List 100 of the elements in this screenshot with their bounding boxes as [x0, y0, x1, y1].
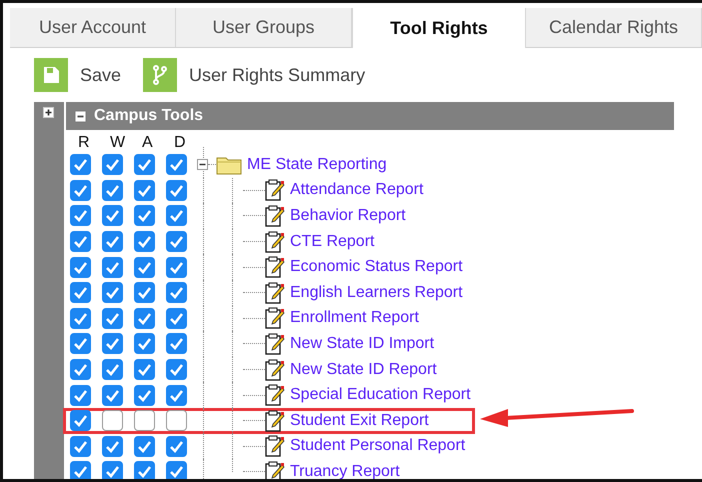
check-icon	[137, 209, 152, 222]
check-icon	[73, 312, 88, 325]
tree-item[interactable]: Economic Status Report	[290, 258, 463, 276]
check-icon	[105, 158, 120, 172]
check-icon	[105, 337, 120, 350]
plus-icon[interactable]	[43, 107, 54, 118]
checkbox[interactable]	[70, 461, 91, 479]
toolbar-button[interactable]: Save	[34, 58, 122, 92]
checkbox[interactable]	[70, 359, 91, 380]
checkbox[interactable]	[166, 154, 187, 176]
checkbox[interactable]	[102, 410, 123, 432]
checkbox[interactable]	[134, 461, 155, 479]
checkbox[interactable]	[70, 308, 91, 329]
check-icon	[73, 388, 88, 402]
checkbox[interactable]	[134, 308, 155, 329]
checkbox[interactable]	[166, 205, 187, 226]
tree-item[interactable]: Truancy Report	[290, 462, 400, 479]
checkbox[interactable]	[102, 180, 123, 201]
checkbox[interactable]	[134, 384, 155, 406]
toolbar-button[interactable]: User Rights Summary	[143, 58, 366, 92]
check-icon	[105, 235, 120, 248]
tree-item[interactable]: Behavior Report	[290, 206, 406, 225]
tree-item[interactable]: Enrollment Report	[290, 309, 419, 328]
checkbox[interactable]	[102, 205, 123, 226]
checkbox[interactable]	[102, 359, 123, 380]
column-header: A	[141, 134, 154, 152]
checkbox[interactable]	[134, 256, 155, 278]
tree-item[interactable]: Attendance Report	[290, 181, 424, 200]
checkbox[interactable]	[134, 154, 155, 176]
check-icon	[169, 158, 184, 172]
collapse-icon[interactable]	[75, 110, 86, 122]
checkbox[interactable]	[134, 333, 155, 354]
checkbox[interactable]	[70, 410, 91, 432]
collapse-icon[interactable]	[197, 159, 208, 170]
checkbox[interactable]	[134, 282, 155, 304]
checkbox[interactable]	[102, 384, 123, 406]
report-icon	[265, 204, 285, 227]
branch-icon	[151, 65, 170, 85]
check-icon	[73, 235, 88, 248]
check-icon	[169, 286, 184, 300]
tree-item[interactable]: Student Personal Report	[290, 437, 466, 456]
checkbox[interactable]	[166, 384, 187, 406]
tree-item[interactable]: ME State Reporting	[247, 156, 387, 174]
checkbox[interactable]	[134, 436, 155, 457]
checkbox[interactable]	[134, 359, 155, 380]
checkbox[interactable]	[102, 461, 123, 479]
tree-item[interactable]: CTE Report	[290, 232, 374, 251]
check-icon	[137, 337, 152, 350]
check-icon	[105, 388, 120, 402]
tab[interactable]: User Account	[10, 8, 176, 47]
checkbox[interactable]	[166, 333, 187, 354]
tree-item[interactable]: New State ID Import	[290, 334, 434, 353]
checkbox[interactable]	[102, 308, 123, 329]
checkbox[interactable]	[70, 282, 91, 304]
checkbox[interactable]	[166, 359, 187, 380]
checkbox[interactable]	[134, 180, 155, 201]
checkbox[interactable]	[166, 256, 187, 278]
column-header: D	[173, 134, 187, 152]
checkbox[interactable]	[70, 333, 91, 354]
check-icon	[73, 363, 88, 376]
check-icon	[137, 158, 152, 172]
checkbox[interactable]	[102, 231, 123, 252]
checkbox[interactable]	[166, 410, 187, 432]
checkbox[interactable]	[166, 461, 187, 479]
tree-item[interactable]: English Learners Report	[290, 284, 463, 302]
check-icon	[105, 286, 120, 300]
checkbox[interactable]	[102, 256, 123, 278]
tab[interactable]: Calendar Rights	[526, 8, 702, 47]
panel-title: Campus Tools	[94, 107, 204, 125]
check-icon	[137, 184, 152, 197]
checkbox[interactable]	[70, 231, 91, 252]
checkbox[interactable]	[134, 205, 155, 226]
checkbox[interactable]	[70, 384, 91, 406]
checkbox[interactable]	[102, 436, 123, 457]
check-icon	[73, 260, 88, 274]
check-icon	[73, 440, 88, 453]
checkbox[interactable]	[166, 180, 187, 201]
checkbox[interactable]	[166, 436, 187, 457]
check-icon	[137, 260, 152, 274]
checkbox[interactable]	[134, 231, 155, 252]
checkbox[interactable]	[102, 282, 123, 304]
checkbox[interactable]	[70, 256, 91, 278]
checkbox[interactable]	[134, 410, 155, 432]
checkbox[interactable]	[166, 231, 187, 252]
checkbox[interactable]	[102, 333, 123, 354]
check-icon	[105, 209, 120, 222]
tab[interactable]: Tool Rights	[352, 8, 526, 48]
checkbox[interactable]	[70, 154, 91, 176]
checkbox[interactable]	[70, 205, 91, 226]
check-icon	[169, 388, 184, 402]
checkbox[interactable]	[70, 180, 91, 201]
report-icon	[265, 307, 285, 330]
check-icon	[73, 337, 88, 350]
report-icon	[265, 179, 285, 202]
checkbox[interactable]	[70, 436, 91, 457]
tree-item[interactable]: New State ID Report	[290, 360, 437, 379]
checkbox[interactable]	[166, 282, 187, 304]
checkbox[interactable]	[166, 308, 187, 329]
checkbox[interactable]	[102, 154, 123, 176]
tree-item[interactable]: Special Education Report	[290, 386, 471, 404]
